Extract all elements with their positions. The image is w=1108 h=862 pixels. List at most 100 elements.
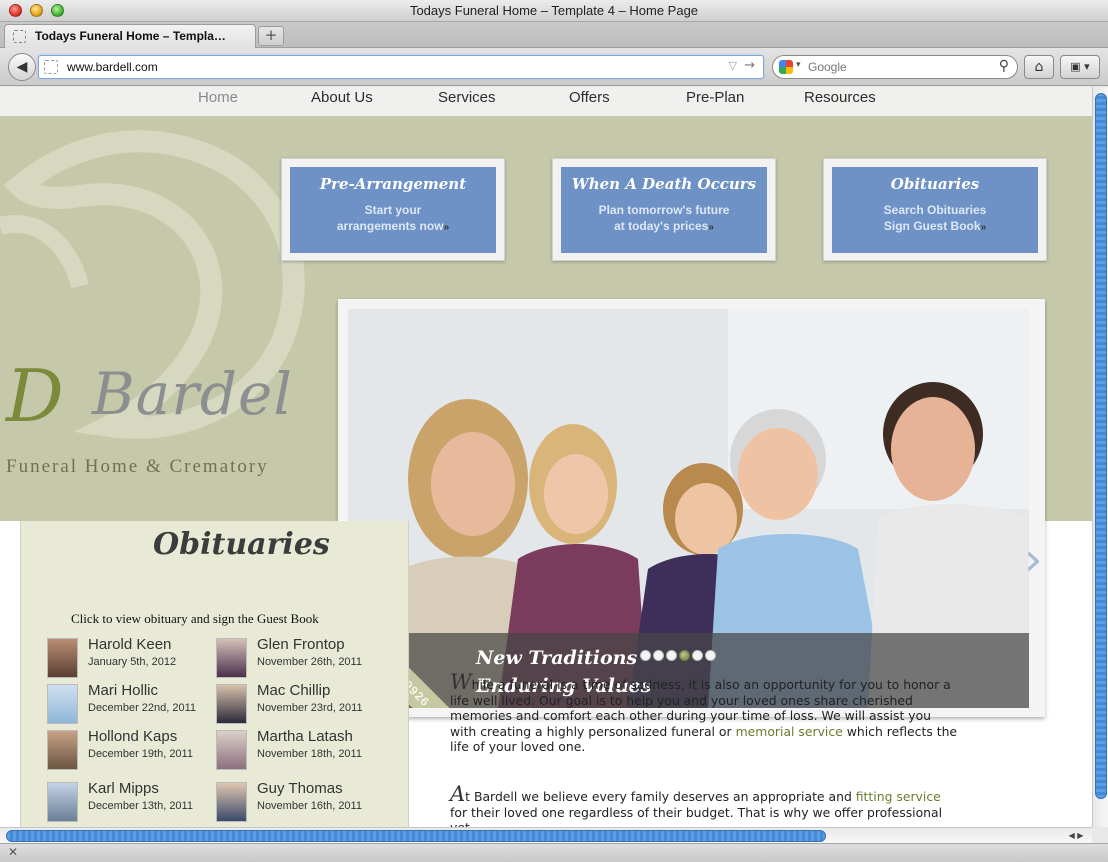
feature-pre-arrangement[interactable]: Pre-Arrangement Start your arrangements …: [281, 158, 505, 261]
obituary-name[interactable]: Hollond Kaps: [88, 728, 177, 745]
new-tab-button[interactable]: +: [258, 26, 284, 46]
obituary-entry[interactable]: Glen Frontop November 26th, 2011: [216, 636, 386, 684]
close-icon[interactable]: ✕: [8, 845, 18, 859]
obituary-photo[interactable]: [47, 638, 78, 678]
obituary-date: December 19th, 2011: [88, 748, 193, 760]
drop-cap: A: [450, 782, 466, 806]
resize-corner: [1092, 827, 1108, 843]
title-bar: Todays Funeral Home – Template 4 – Home …: [0, 0, 1108, 22]
nav-pre-plan[interactable]: Pre-Plan: [686, 89, 744, 106]
window-title: Todays Funeral Home – Template 4 – Home …: [409, 3, 699, 18]
obituaries-panel: Obituaries Click to view obituary and si…: [20, 521, 409, 827]
back-button[interactable]: ◀: [8, 53, 36, 81]
paragraph-text: for their loved one regardless of their …: [450, 804, 943, 827]
chevron-right-icon: »: [980, 222, 987, 233]
navigation-toolbar: ◀ www.bardell.com ▽ → ▾ Google ⚲ ⌂ ▣ ▾: [0, 48, 1108, 86]
nav-about-us[interactable]: About Us: [311, 89, 373, 106]
obituary-entry[interactable]: Mari Hollic December 22nd, 2011: [47, 682, 217, 730]
paragraph-text: t Bardell we believe every family deserv…: [465, 789, 856, 804]
search-field[interactable]: ▾ Google ⚲: [772, 55, 1018, 79]
obituary-name[interactable]: Karl Mipps: [88, 780, 159, 797]
chevron-right-icon[interactable]: ›: [1024, 532, 1042, 586]
slide-dot[interactable]: [666, 650, 677, 661]
obituaries-title: Obituaries: [153, 527, 330, 562]
obituary-photo[interactable]: [47, 684, 78, 724]
feature-title: When A Death Occurs: [571, 175, 757, 193]
slide-dot-active[interactable]: [679, 650, 690, 661]
bookmark-icon[interactable]: ▣ ▾: [1060, 55, 1100, 79]
obituary-date: November 16th, 2011: [257, 800, 362, 812]
address-bar[interactable]: www.bardell.com ▽ →: [38, 55, 764, 79]
vertical-scroll-thumb[interactable]: [1095, 93, 1107, 799]
scroll-arrows-icon[interactable]: ◀ ▶: [1060, 828, 1092, 844]
history-dropdown-icon[interactable]: ▽: [729, 59, 737, 72]
slide-dot[interactable]: [640, 650, 651, 661]
obituary-date: December 22nd, 2011: [88, 702, 197, 714]
obituary-date: January 5th, 2012: [88, 656, 177, 668]
browser-window: Todays Funeral Home – Template 4 – Home …: [0, 0, 1108, 862]
obituary-name[interactable]: Guy Thomas: [257, 780, 343, 797]
feature-obituaries[interactable]: Obituaries Search Obituaries Sign Guest …: [823, 158, 1047, 261]
budget-paragraph: At Bardell we believe every family deser…: [450, 784, 960, 828]
obituary-date: November 23rd, 2011: [257, 702, 363, 714]
status-bar: ✕: [0, 843, 1108, 862]
page-viewport: Home About Us Services Offers Pre-Plan R…: [0, 87, 1092, 827]
memorial-service-link[interactable]: memorial service: [736, 724, 843, 739]
obituary-entry[interactable]: Mac Chillip November 23rd, 2011: [216, 682, 386, 730]
obituary-entry[interactable]: Martha Latash November 18th, 2011: [216, 728, 386, 776]
nav-resources[interactable]: Resources: [804, 89, 876, 106]
obituary-name[interactable]: Martha Latash: [257, 728, 353, 745]
nav-offers[interactable]: Offers: [569, 89, 610, 106]
obituary-entry[interactable]: Karl Mipps December 13th, 2011: [47, 780, 217, 827]
obituary-entry[interactable]: Harold Keen January 5th, 2012: [47, 636, 217, 684]
obituaries-subtitle: Click to view obituary and sign the Gues…: [71, 611, 319, 626]
obituary-entry[interactable]: Hollond Kaps December 19th, 2011: [47, 728, 217, 776]
google-icon[interactable]: [779, 60, 793, 74]
tab-bar: Todays Funeral Home – Templa… +: [0, 22, 1108, 48]
home-button[interactable]: ⌂: [1024, 55, 1054, 79]
drop-cap: W: [450, 670, 472, 694]
nav-home[interactable]: Home: [198, 89, 238, 106]
obituary-photo[interactable]: [216, 782, 247, 822]
magnifier-icon[interactable]: ⚲: [999, 58, 1009, 74]
feature-line: at today's prices: [614, 219, 709, 233]
vertical-scrollbar[interactable]: [1092, 87, 1108, 827]
feature-line: Sign Guest Book: [883, 219, 981, 233]
go-arrow-icon[interactable]: →: [744, 58, 755, 73]
logo-tagline: Funeral Home & Crematory: [6, 456, 269, 477]
tab-label: Todays Funeral Home – Templa…: [35, 29, 226, 43]
feature-line: Start your: [364, 203, 422, 217]
logo-name: Bardel: [92, 360, 293, 428]
url-text[interactable]: www.bardell.com: [67, 60, 158, 74]
slide-dot[interactable]: [705, 650, 716, 661]
intro-paragraph: While a funeral is a time of sadness, it…: [450, 672, 960, 755]
slide-indicators: [640, 646, 718, 661]
obituary-name[interactable]: Mari Hollic: [88, 682, 158, 699]
horizontal-scroll-thumb[interactable]: [6, 830, 826, 842]
obituary-photo[interactable]: [47, 782, 78, 822]
obituary-name[interactable]: Glen Frontop: [257, 636, 345, 653]
feature-title: Pre-Arrangement: [319, 175, 467, 193]
fitting-service-link[interactable]: fitting service: [856, 789, 941, 804]
horizontal-scrollbar[interactable]: ◀ ▶: [0, 827, 1092, 843]
obituary-photo[interactable]: [216, 684, 247, 724]
slide-dot[interactable]: [692, 650, 703, 661]
obituary-photo[interactable]: [47, 730, 78, 770]
obituary-photo[interactable]: [216, 638, 247, 678]
search-placeholder[interactable]: Google: [808, 60, 847, 74]
feature-line: arrangements now: [336, 219, 444, 233]
obituary-entry[interactable]: Guy Thomas November 16th, 2011: [216, 780, 386, 827]
nav-services[interactable]: Services: [438, 89, 496, 106]
obituary-name[interactable]: Harold Keen: [88, 636, 171, 653]
obituary-date: November 18th, 2011: [257, 748, 362, 760]
slide-caption-line1: New Traditions: [476, 647, 638, 669]
obituary-photo[interactable]: [216, 730, 247, 770]
obituary-date: December 13th, 2011: [88, 800, 193, 812]
obituary-name[interactable]: Mac Chillip: [257, 682, 330, 699]
tab-active[interactable]: Todays Funeral Home – Templa…: [4, 24, 256, 48]
chevron-right-icon: »: [443, 222, 450, 233]
search-engine-dropdown-icon[interactable]: ▾: [796, 60, 801, 70]
slide-dot[interactable]: [653, 650, 664, 661]
obituary-date: November 26th, 2011: [257, 656, 362, 668]
feature-when-a-death-occurs[interactable]: When A Death Occurs Plan tomorrow's futu…: [552, 158, 776, 261]
